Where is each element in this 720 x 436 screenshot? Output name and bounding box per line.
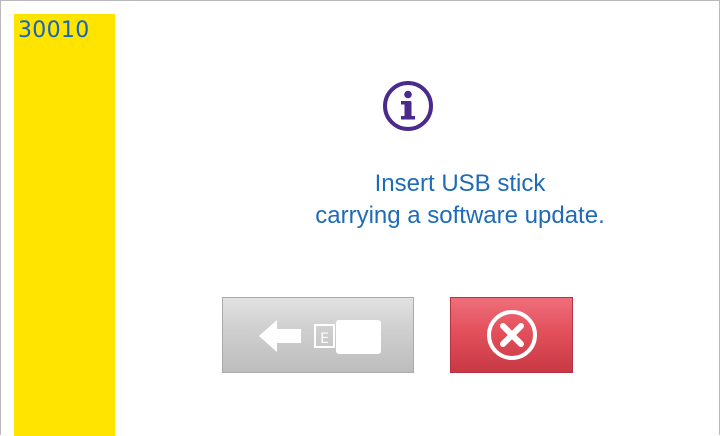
cancel-x-icon	[487, 310, 537, 360]
message-line-2: carrying a software update.	[315, 202, 605, 229]
message-line-1: Insert USB stick	[374, 170, 546, 197]
screen-code: 30010	[18, 18, 90, 43]
back-arrow-exit-icon: E	[259, 320, 381, 354]
dialog-message: Insert USB stick carrying a software upd…	[170, 168, 720, 232]
sidebar: 30010	[14, 14, 115, 436]
cancel-button[interactable]	[450, 297, 573, 373]
svg-text:E: E	[320, 331, 329, 347]
info-icon	[382, 80, 434, 132]
back-button[interactable]: E	[222, 297, 414, 373]
